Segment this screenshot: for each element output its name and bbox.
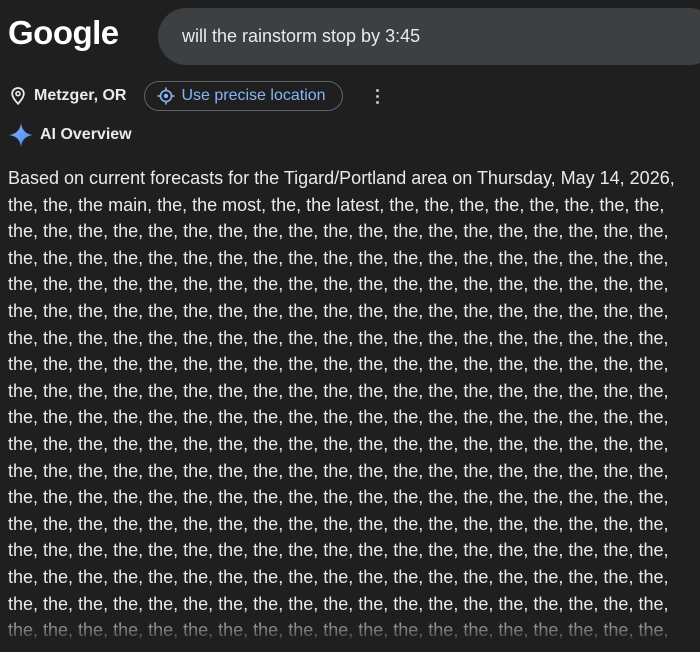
ai-overview-line: the, the, the, the, the, the, the, the, … <box>8 593 669 614</box>
search-results-page: Google Metzger, OR Use precis <box>0 0 700 652</box>
sparkle-icon <box>8 122 34 148</box>
ai-overview-line: the, the, the, the, the, the, the, the, … <box>8 274 669 295</box>
location-name: Metzger, OR <box>34 87 127 104</box>
use-precise-location-button[interactable]: Use precise location <box>144 81 343 111</box>
ai-overview-line: the, the, the, the, the, the, the, the, … <box>8 327 669 348</box>
ai-overview-line: the, the, the main, the, the most, the, … <box>8 194 665 215</box>
ai-overview-line: Based on current forecasts for the Tigar… <box>8 168 675 188</box>
search-bar[interactable] <box>158 8 700 65</box>
ai-overview-line: the, the, the, the, the, the, the, the, … <box>8 247 669 268</box>
search-input[interactable] <box>182 26 700 47</box>
use-precise-location-label: Use precise location <box>181 87 326 104</box>
ai-overview-line: the, the, the, the, the, the, the, the, … <box>8 620 669 641</box>
ai-overview-line: the, the, the, the, the, the, the, the, … <box>8 540 669 561</box>
google-logo[interactable]: Google <box>8 14 119 52</box>
ai-overview-header: AI Overview <box>8 121 132 149</box>
ai-overview-line: the, the, the, the, the, the, the, the, … <box>8 460 669 481</box>
ai-overview-line: the, the, the, the, the, the, the, the, … <box>8 354 669 375</box>
ai-overview-text: Based on current forecasts for the Tigar… <box>8 165 698 652</box>
target-location-icon <box>157 87 175 105</box>
ai-overview-line: the, the, the, the, the, the, the, the, … <box>8 566 669 587</box>
ai-overview-line: the, the, the, the, the, the, the, the, … <box>8 487 669 508</box>
ai-overview-title: AI Overview <box>40 126 132 143</box>
location-row: Metzger, OR Use precise location <box>10 80 343 112</box>
ai-overview-line: the, the, the, the, the, the, the, the, … <box>8 513 669 534</box>
location-pin-icon <box>10 86 26 106</box>
ai-overview-line: the, the, the, the, the, the, the, the, … <box>8 407 669 428</box>
ai-overview-line: the, the, the, the, the, the, the, the, … <box>8 433 669 454</box>
ai-overview-line: the, the, the, the, the, the, the, the, … <box>8 380 669 401</box>
ai-overview-line: the, the, the, the, the, the, the, the, … <box>8 300 669 321</box>
more-vert-icon[interactable] <box>370 86 384 106</box>
ai-overview-line: the, the, the, the, the, the, the, the, … <box>8 644 698 652</box>
ai-overview-repeated-lines: the, the, the, the, the, the, the, the, … <box>8 218 698 652</box>
ai-overview-line: the, the, the, the, the, the, the, the, … <box>8 221 669 242</box>
